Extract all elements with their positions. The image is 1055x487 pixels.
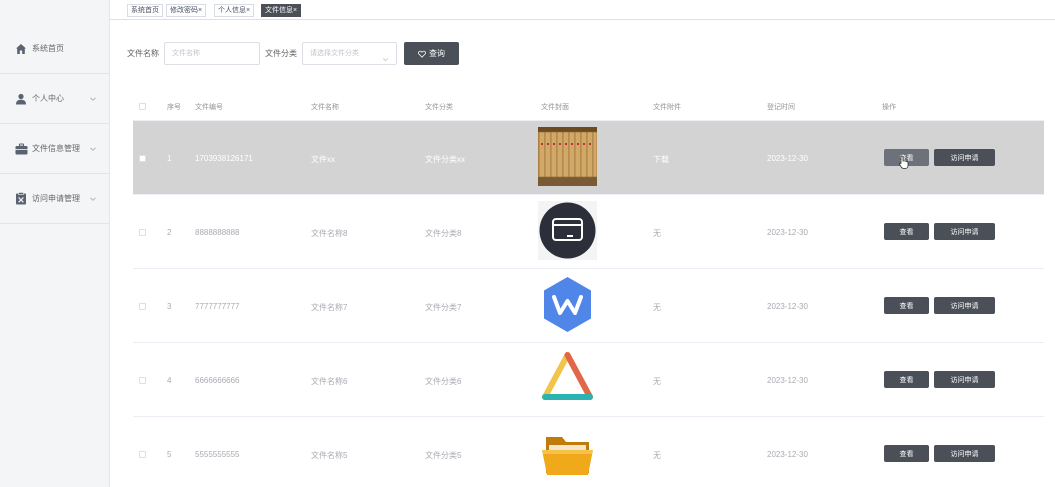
- sidebar-item-access-management[interactable]: 访问申请管理: [0, 174, 110, 224]
- file-code: 8888888888: [195, 228, 240, 237]
- file-category: 文件分类6: [425, 377, 462, 386]
- row-checkbox[interactable]: [139, 377, 146, 384]
- view-button[interactable]: 查看: [884, 223, 929, 240]
- row-checkbox[interactable]: [139, 303, 146, 310]
- file-name: 文件名称8: [311, 229, 348, 238]
- tab-bar: 系统首页 修改密码× 个人信息× 文件信息×: [110, 0, 1055, 20]
- sidebar: 系统首页 个人中心 文件信息管理 访问申请管理: [0, 0, 110, 487]
- hand-pointer-icon: [899, 155, 909, 169]
- file-category: 文件分类5: [425, 451, 462, 460]
- access-apply-button[interactable]: 访问申请: [934, 297, 995, 314]
- row-index: 3: [167, 302, 172, 311]
- sidebar-item-personal-center[interactable]: 个人中心: [0, 74, 110, 124]
- file-category: 文件分类8: [425, 229, 462, 238]
- file-category: 文件分类xx: [425, 155, 465, 164]
- attachment-none: 无: [653, 377, 661, 386]
- attachment-none: 无: [653, 229, 661, 238]
- table-row[interactable]: 5 5555555555 文件名称5 文件分类5 无 2023-12-30 查看…: [133, 417, 1044, 487]
- row-checkbox[interactable]: [139, 155, 146, 162]
- column-header: 文件编号: [195, 104, 223, 111]
- row-index: 2: [167, 228, 172, 237]
- select-all-checkbox[interactable]: [139, 103, 146, 110]
- sidebar-item-label: 访问申请管理: [32, 194, 80, 203]
- sidebar-item-label: 个人中心: [32, 94, 64, 103]
- heart-icon: [418, 50, 426, 58]
- column-header: 文件封面: [541, 104, 569, 111]
- register-date: 2023-12-30: [767, 450, 808, 459]
- view-button[interactable]: 查看: [884, 371, 929, 388]
- sidebar-item-label: 文件信息管理: [32, 144, 80, 153]
- table-header: 序号 文件编号 文件名称 文件分类 文件封面 文件附件 登记时间 操作: [133, 92, 1044, 121]
- register-date: 2023-12-30: [767, 376, 808, 385]
- access-apply-button[interactable]: 访问申请: [934, 445, 995, 462]
- row-checkbox[interactable]: [139, 229, 146, 236]
- file-name-input[interactable]: [164, 42, 260, 65]
- file-name: 文件名称6: [311, 377, 348, 386]
- column-header: 操作: [882, 104, 896, 111]
- row-checkbox[interactable]: [139, 451, 146, 458]
- column-header: 序号: [167, 104, 181, 111]
- close-icon[interactable]: ×: [293, 7, 297, 14]
- view-button[interactable]: 查看: [884, 297, 929, 314]
- sidebar-item-file-management[interactable]: 文件信息管理: [0, 124, 110, 174]
- file-name: 文件名称5: [311, 451, 348, 460]
- chevron-down-icon: [89, 195, 97, 203]
- file-cover-image: [538, 423, 597, 482]
- sidebar-item-label: 系统首页: [32, 44, 64, 53]
- attachment-none: 无: [653, 303, 661, 312]
- tab-personal-info[interactable]: 个人信息×: [214, 4, 255, 17]
- row-index: 1: [167, 154, 172, 163]
- column-header: 登记时间: [767, 104, 795, 111]
- table-row[interactable]: 4 6666666666 文件名称6 文件分类6 无 2023-12-30 查看…: [133, 343, 1044, 417]
- file-name-label: 文件名称: [127, 49, 159, 58]
- register-date: 2023-12-30: [767, 302, 808, 311]
- column-header: 文件名称: [311, 104, 339, 111]
- file-category-label: 文件分类: [265, 49, 297, 58]
- register-date: 2023-12-30: [767, 154, 808, 163]
- user-icon: [14, 92, 28, 106]
- column-header: 文件附件: [653, 104, 681, 111]
- close-icon[interactable]: ×: [198, 7, 202, 14]
- file-cover-image: [538, 201, 597, 260]
- view-button[interactable]: 查看: [884, 445, 929, 462]
- clipboard-icon: [14, 192, 28, 206]
- attachment-download-link[interactable]: 下载: [653, 154, 669, 165]
- file-category: 文件分类7: [425, 303, 462, 312]
- file-cover-image: [538, 275, 597, 334]
- sidebar-item-home[interactable]: 系统首页: [0, 24, 110, 74]
- file-code: 5555555555: [195, 450, 240, 459]
- search-button[interactable]: 查询: [404, 42, 459, 65]
- file-code: 1703938126171: [195, 154, 253, 163]
- file-code: 7777777777: [195, 302, 240, 311]
- tab-home[interactable]: 系统首页: [127, 4, 163, 17]
- file-code: 6666666666: [195, 376, 240, 385]
- close-icon[interactable]: ×: [246, 7, 250, 14]
- table-row[interactable]: 2 8888888888 文件名称8 文件分类8 无 2023-12-30 查看…: [133, 195, 1044, 269]
- access-apply-button[interactable]: 访问申请: [934, 371, 995, 388]
- tab-file-info[interactable]: 文件信息×: [261, 4, 302, 17]
- access-apply-button[interactable]: 访问申请: [934, 223, 995, 240]
- table-row[interactable]: 3 7777777777 文件名称7 文件分类7 无 2023-12-30 查看…: [133, 269, 1044, 343]
- briefcase-icon: [14, 142, 28, 156]
- chevron-down-icon: [382, 51, 389, 62]
- row-index: 5: [167, 450, 172, 459]
- column-header: 文件分类: [425, 104, 453, 111]
- file-cover-image: [538, 127, 598, 186]
- file-cover-image: [538, 349, 597, 408]
- tab-change-password[interactable]: 修改密码×: [166, 4, 207, 17]
- file-name: 文件xx: [311, 155, 335, 164]
- register-date: 2023-12-30: [767, 228, 808, 237]
- chevron-down-icon: [89, 95, 97, 103]
- row-index: 4: [167, 376, 172, 385]
- file-category-select[interactable]: 请选择文件分类: [302, 42, 397, 65]
- file-name: 文件名称7: [311, 303, 348, 312]
- attachment-none: 无: [653, 451, 661, 460]
- home-icon: [14, 42, 28, 56]
- chevron-down-icon: [89, 145, 97, 153]
- access-apply-button[interactable]: 访问申请: [934, 149, 995, 166]
